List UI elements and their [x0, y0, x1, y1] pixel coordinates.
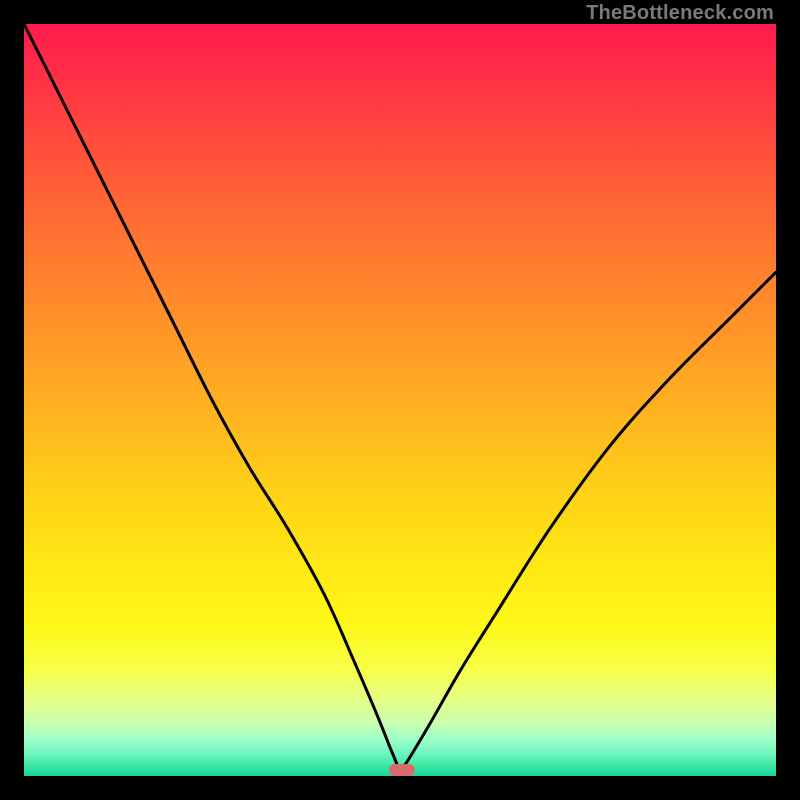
bottleneck-curve	[24, 24, 776, 776]
plot-area	[24, 24, 776, 776]
attribution-label: TheBottleneck.com	[586, 2, 774, 25]
chart-frame: TheBottleneck.com	[0, 0, 800, 800]
optimal-point-marker	[389, 764, 415, 776]
